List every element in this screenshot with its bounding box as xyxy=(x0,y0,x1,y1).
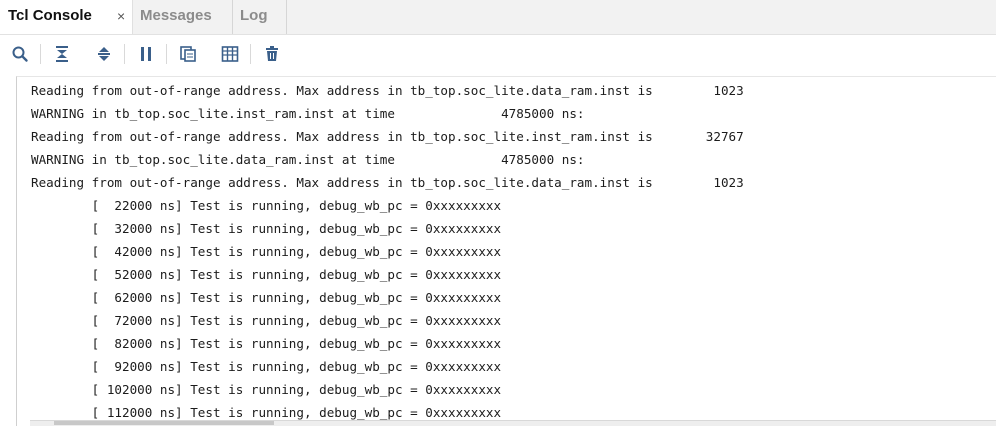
close-icon[interactable]: × xyxy=(117,1,125,32)
tab-tcl-console-label: Tcl Console xyxy=(8,7,92,24)
console-line: [ 72000 ns] Test is running, debug_wb_pc… xyxy=(31,313,502,328)
expand-all-icon[interactable] xyxy=(93,43,115,65)
search-icon[interactable] xyxy=(9,43,31,65)
console-line: [ 102000 ns] Test is running, debug_wb_p… xyxy=(31,382,502,397)
toolbar-separator xyxy=(124,44,125,64)
tab-log[interactable]: Log xyxy=(233,0,287,34)
tab-log-label: Log xyxy=(240,7,268,24)
tab-tcl-console[interactable]: Tcl Console × xyxy=(0,0,133,34)
console-line: [ 32000 ns] Test is running, debug_wb_pc… xyxy=(31,221,502,236)
tab-bar: Tcl Console × Messages Log xyxy=(0,0,996,35)
columns-icon[interactable] xyxy=(219,43,241,65)
console-line: WARNING in tb_top.soc_lite.inst_ram.inst… xyxy=(31,106,585,121)
scrollbar-thumb[interactable] xyxy=(54,421,274,425)
pause-icon[interactable] xyxy=(135,43,157,65)
console-line: [ 22000 ns] Test is running, debug_wb_pc… xyxy=(31,198,502,213)
tab-messages-label: Messages xyxy=(140,7,212,24)
collapse-all-icon[interactable] xyxy=(51,43,73,65)
copy-icon[interactable] xyxy=(177,43,199,65)
console-line: [ 92000 ns] Test is running, debug_wb_pc… xyxy=(31,359,502,374)
trash-icon[interactable] xyxy=(261,43,283,65)
console-line: Reading from out-of-range address. Max a… xyxy=(31,129,744,144)
tab-messages[interactable]: Messages xyxy=(133,0,233,34)
console-line: Reading from out-of-range address. Max a… xyxy=(31,83,744,98)
console-line: [ 42000 ns] Test is running, debug_wb_pc… xyxy=(31,244,502,259)
console-toolbar xyxy=(0,35,996,73)
console-line: [ 52000 ns] Test is running, debug_wb_pc… xyxy=(31,267,502,282)
toolbar-separator xyxy=(166,44,167,64)
console-line: WARNING in tb_top.soc_lite.data_ram.inst… xyxy=(31,152,585,167)
toolbar-separator xyxy=(250,44,251,64)
console-line: Reading from out-of-range address. Max a… xyxy=(31,175,744,190)
horizontal-scrollbar[interactable] xyxy=(30,420,996,426)
console-line: [ 62000 ns] Test is running, debug_wb_pc… xyxy=(31,290,502,305)
console-lines: Reading from out-of-range address. Max a… xyxy=(31,79,744,424)
console-output[interactable]: Reading from out-of-range address. Max a… xyxy=(16,76,996,426)
toolbar-separator xyxy=(40,44,41,64)
console-line: [ 82000 ns] Test is running, debug_wb_pc… xyxy=(31,336,502,351)
